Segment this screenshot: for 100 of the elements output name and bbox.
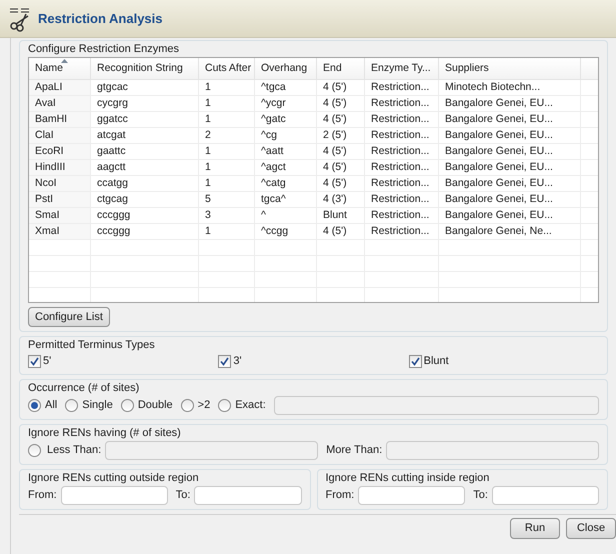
table-cell: 1 [199, 80, 255, 95]
table-cell: Restriction... [365, 96, 439, 111]
radio-label: Double [138, 398, 173, 413]
sort-arrow-icon [61, 59, 68, 63]
column-header[interactable]: Cuts After [199, 58, 255, 79]
table-cell: 4 (3') [317, 192, 365, 207]
radio-button[interactable] [180, 398, 194, 412]
group-title: Occurrence (# of sites) [28, 380, 140, 396]
table-cell: ^tgca [255, 80, 317, 95]
table-cell: cycgrg [91, 96, 199, 111]
table-cell: 4 (5') [317, 224, 365, 239]
table-cell: tgca^ [255, 192, 317, 207]
table-cell: ^ [255, 208, 317, 223]
table-cell: 4 (5') [317, 176, 365, 191]
window-title: Restriction Analysis [38, 10, 163, 28]
table-cell: Blunt [317, 208, 365, 223]
input-field[interactable] [194, 486, 302, 504]
table-cell: cccggg [91, 208, 199, 223]
column-header[interactable]: Recognition String [91, 58, 199, 79]
table-cell: Bangalore Genei, EU... [439, 192, 581, 207]
radio-button[interactable] [28, 398, 41, 412]
input-field[interactable] [60, 486, 168, 504]
configure-list-button[interactable]: Configure List [28, 307, 110, 327]
column-header[interactable]: Overhang [255, 58, 317, 79]
table-cell: Bangalore Genei, EU... [439, 96, 581, 111]
table-cell: ^agct [255, 160, 317, 175]
radio-label: >2 [198, 398, 210, 413]
dialog-button[interactable]: Close [566, 518, 616, 538]
table-cell: 4 (5') [317, 160, 365, 175]
table-cell: Bangalore Genei, EU... [439, 144, 581, 159]
table-cell: ClaI [29, 128, 91, 143]
table-cell: XmaI [29, 224, 91, 239]
radio-button[interactable] [120, 398, 134, 412]
table-cell: 1 [199, 96, 255, 111]
column-header[interactable]: Name [29, 58, 91, 79]
table-cell: 3 [199, 208, 255, 223]
table-cell: AvaI [29, 96, 91, 111]
table-cell: Restriction... [365, 192, 439, 207]
group-title: Permitted Terminus Types [28, 338, 156, 353]
group-title: Ignore RENs having (# of sites) [28, 426, 182, 440]
radio-label: All [45, 398, 58, 413]
table-cell: 4 (5') [317, 80, 365, 95]
table-cell: Bangalore Genei, EU... [439, 160, 581, 175]
table-cell: 1 [199, 160, 255, 175]
table-cell: 1 [199, 112, 255, 127]
table-cell: ^cg [255, 128, 317, 143]
table-cell: 5 [199, 192, 255, 207]
field-label: To: [473, 488, 488, 503]
input-field[interactable] [358, 486, 466, 504]
table-cell: Restriction... [365, 128, 439, 143]
field-label: To: [176, 488, 190, 503]
radio-button[interactable] [218, 398, 232, 412]
table-cell: 1 [199, 176, 255, 191]
table-cell: ctgcag [91, 192, 199, 207]
table-cell: aagctt [91, 160, 199, 175]
table-cell: Minotech Biotechn... [439, 80, 581, 95]
table-cell: NcoI [29, 176, 91, 191]
table-cell: Restriction... [365, 80, 439, 95]
table-cell: Bangalore Genei, EU... [439, 112, 581, 127]
table-cell: ^catg [255, 176, 317, 191]
table-cell: Restriction... [365, 176, 439, 191]
checkbox-label: 5' [43, 354, 52, 369]
radio-label: Exact: [235, 398, 266, 413]
table-cell: Restriction... [365, 112, 439, 127]
table-cell: Bangalore Genei, EU... [439, 176, 581, 191]
column-header[interactable]: Suppliers [439, 58, 581, 79]
table-cell: EcoRI [29, 144, 91, 159]
group-title: Configure Restriction Enzymes [28, 42, 180, 57]
dialog-button[interactable]: Run [510, 518, 560, 538]
table-cell: ApaLI [29, 80, 91, 95]
group-title: Ignore RENs cutting inside region [326, 470, 490, 486]
table-cell: Bangalore Genei, EU... [439, 128, 581, 143]
table-cell: BamHI [29, 112, 91, 127]
table-cell: 2 [199, 128, 255, 143]
table-cell: ggatcc [91, 112, 199, 127]
table-cell: 1 [199, 224, 255, 239]
radio-label: Single [82, 398, 113, 413]
table-cell: ^ccgg [255, 224, 317, 239]
table-cell: Restriction... [365, 224, 439, 239]
table-cell: cccggg [91, 224, 199, 239]
radio-button[interactable] [65, 398, 78, 412]
table-cell: ^aatt [255, 144, 317, 159]
checkbox[interactable] [408, 354, 422, 368]
field-label: From: [28, 488, 57, 503]
column-header[interactable]: Enzyme Ty... [365, 58, 439, 79]
table-cell: 1 [199, 144, 255, 159]
input-field[interactable] [492, 486, 600, 504]
table-cell: PstI [29, 192, 91, 207]
table-cell: gtgcac [91, 80, 199, 95]
table-cell: Restriction... [365, 208, 439, 223]
table-cell: Restriction... [365, 160, 439, 175]
checkbox[interactable] [28, 354, 41, 368]
radio-label: Less Than: [47, 442, 102, 458]
table-cell: Bangalore Genei, EU... [439, 208, 581, 223]
table-cell: Bangalore Genei, Ne... [439, 224, 581, 239]
table-cell: 4 (5') [317, 96, 365, 111]
checkbox[interactable] [218, 354, 232, 368]
field-label: More Than: [326, 442, 382, 458]
column-header[interactable]: End [317, 58, 365, 79]
table-cell: 4 (5') [317, 112, 365, 127]
